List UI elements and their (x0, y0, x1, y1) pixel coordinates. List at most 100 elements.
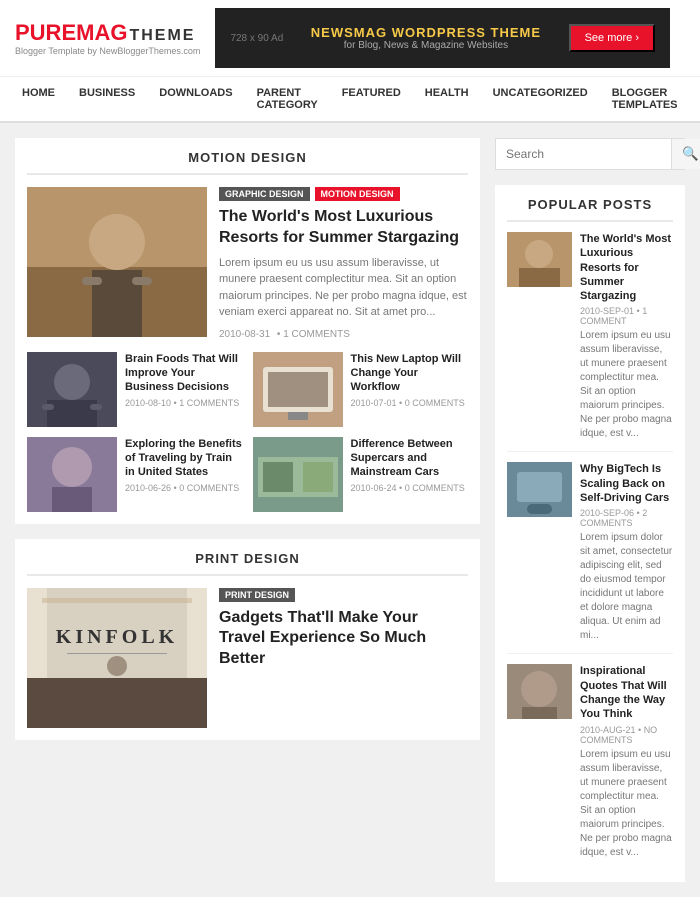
grid-post-2: This New Laptop Will Change Your Workflo… (253, 352, 469, 427)
featured-post-content: GRAPHIC DESIGN MOTION DESIGN The World's… (219, 187, 468, 340)
print-featured-title[interactable]: Gadgets That'll Make Your Travel Experie… (219, 608, 468, 670)
main-wrapper: MOTION DESIGN GRAPHIC DE (0, 123, 700, 897)
banner-ad-label: 728 x 90 Ad (230, 33, 283, 44)
grid-post-3-content: Exploring the Benefits of Traveling by T… (125, 437, 243, 512)
motion-design-section: MOTION DESIGN GRAPHIC DE (15, 138, 480, 524)
print-featured-post: KINFOLK PRINT DESIGN Gadgets That'll Mak… (27, 588, 468, 728)
popular-post-2: Why BigTech Is Scaling Back on Self-Driv… (507, 462, 673, 654)
banner-title-sub: for Blog, News & Magazine Websites (298, 40, 553, 51)
search-input[interactable] (496, 139, 671, 169)
search-icon: 🔍 (682, 146, 699, 161)
popular-post-2-title[interactable]: Why BigTech Is Scaling Back on Self-Driv… (580, 462, 673, 505)
print-image-svg: KINFOLK (27, 588, 207, 728)
popular-post-3-title[interactable]: Inspirational Quotes That Will Change th… (580, 664, 673, 721)
nav-link-blogger[interactable]: BLOGGER TEMPLATES (600, 77, 690, 121)
grid-post-2-image (253, 352, 343, 427)
print-design-title: PRINT DESIGN (27, 551, 468, 576)
print-featured-image: KINFOLK (27, 588, 207, 728)
grid-post-3-image (27, 437, 117, 512)
popular-post-3-content: Inspirational Quotes That Will Change th… (580, 664, 673, 859)
tag-motion-design: MOTION DESIGN (315, 187, 400, 201)
featured-post: GRAPHIC DESIGN MOTION DESIGN The World's… (27, 187, 468, 340)
main-nav: HOME BUSINESS DOWNLOADS PARENT CATEGORY … (0, 77, 700, 123)
search-box: 🔍 (495, 138, 685, 170)
popular-post-3-image (507, 664, 572, 719)
grid-post-2-content: This New Laptop Will Change Your Workflo… (351, 352, 469, 427)
popular-post-2-image (507, 462, 572, 517)
nav-item-business[interactable]: BUSINESS (67, 77, 147, 121)
search-button[interactable]: 🔍 (671, 139, 700, 169)
grid-posts: Brain Foods That Will Improve Your Busin… (27, 352, 468, 512)
banner-title-main: NEWSMAG WORDPRESS THEME (298, 25, 553, 40)
popular-post-2-content: Why BigTech Is Scaling Back on Self-Driv… (580, 462, 673, 643)
nav-item-parent[interactable]: PARENT CATEGORY (245, 77, 330, 121)
featured-post-meta: 2010-08-31 • 1 COMMENTS (219, 329, 468, 340)
nav-link-featured[interactable]: FEATURED (330, 77, 413, 109)
content-area: MOTION DESIGN GRAPHIC DE (15, 138, 480, 882)
featured-post-image (27, 187, 207, 337)
grid-post-4: Difference Between Supercars and Mainstr… (253, 437, 469, 512)
grid-post-2-title[interactable]: This New Laptop Will Change Your Workflo… (351, 352, 469, 395)
grid-post-4-title[interactable]: Difference Between Supercars and Mainstr… (351, 437, 469, 480)
nav-link-parent[interactable]: PARENT CATEGORY (245, 77, 330, 121)
tag-graphic-design: GRAPHIC DESIGN (219, 187, 310, 201)
grid-post-1-title[interactable]: Brain Foods That Will Improve Your Busin… (125, 352, 243, 395)
nav-item-blogger[interactable]: BLOGGER TEMPLATES (600, 77, 690, 121)
grid-post-2-meta: 2010-07-01 • 0 COMMENTS (351, 398, 469, 408)
popular-post-1-excerpt: Lorem ipsum eu usu assum liberavisse, ut… (580, 329, 673, 441)
logo-sub: Blogger Template by NewBloggerThemes.com (15, 46, 200, 56)
nav-link-business[interactable]: BUSINESS (67, 77, 147, 109)
featured-post-date: 2010-08-31 (219, 329, 270, 340)
featured-post-title[interactable]: The World's Most Luxurious Resorts for S… (219, 207, 468, 249)
logo-pure: PUREMAG (15, 20, 127, 46)
grid-post-3: Exploring the Benefits of Traveling by T… (27, 437, 243, 512)
print-featured-content: PRINT DESIGN Gadgets That'll Make Your T… (219, 588, 468, 728)
grid-image-3-svg (27, 437, 117, 512)
banner: 728 x 90 Ad NEWSMAG WORDPRESS THEME for … (215, 8, 670, 68)
logo: PUREMAG THEME Blogger Template by NewBlo… (15, 20, 200, 56)
popular-post-3-excerpt: Lorem ipsum eu usu assum liberavisse, ut… (580, 748, 673, 860)
grid-post-1-image (27, 352, 117, 427)
popular-post-1-meta: 2010-SEP-01 • 1 COMMENT (580, 306, 673, 326)
nav-item-uncategorized[interactable]: UNCATEGORIZED (481, 77, 600, 121)
grid-post-1: Brain Foods That Will Improve Your Busin… (27, 352, 243, 427)
nav-item-downloads[interactable]: DOWNLOADS (147, 77, 244, 121)
motion-design-title: MOTION DESIGN (27, 150, 468, 175)
popular-post-1-content: The World's Most Luxurious Resorts for S… (580, 232, 673, 441)
featured-image-svg (27, 187, 207, 337)
tag-print-design: PRINT DESIGN (219, 588, 295, 602)
nav-item-featured[interactable]: FEATURED (330, 77, 413, 121)
popular-post-1-image (507, 232, 572, 287)
popular-image-2-svg (507, 462, 572, 517)
grid-post-3-meta: 2010-06-26 • 0 COMMENTS (125, 483, 243, 493)
svg-text:KINFOLK: KINFOLK (56, 626, 178, 648)
banner-title: NEWSMAG WORDPRESS THEME for Blog, News &… (298, 25, 553, 51)
print-tag-row: PRINT DESIGN (219, 588, 468, 602)
popular-post-1: The World's Most Luxurious Resorts for S… (507, 232, 673, 452)
nav-link-downloads[interactable]: DOWNLOADS (147, 77, 244, 109)
grid-image-1-svg (27, 352, 117, 427)
popular-image-3-svg (507, 664, 572, 719)
header: PUREMAG THEME Blogger Template by NewBlo… (0, 0, 700, 77)
featured-post-excerpt: Lorem ipsum eu us usu assum liberavisse,… (219, 255, 468, 321)
print-design-section: PRINT DESIGN KINFOLK PRINT DESI (15, 539, 480, 740)
popular-post-1-title[interactable]: The World's Most Luxurious Resorts for S… (580, 232, 673, 303)
tag-row: GRAPHIC DESIGN MOTION DESIGN (219, 187, 468, 201)
banner-cta-button[interactable]: See more › (569, 24, 655, 52)
grid-image-4-svg (253, 437, 343, 512)
nav-item-health[interactable]: HEALTH (413, 77, 481, 121)
grid-post-3-title[interactable]: Exploring the Benefits of Traveling by T… (125, 437, 243, 480)
grid-post-4-image (253, 437, 343, 512)
grid-post-4-meta: 2010-06-24 • 0 COMMENTS (351, 483, 469, 493)
nav-link-home[interactable]: HOME (10, 77, 67, 109)
grid-post-1-content: Brain Foods That Will Improve Your Busin… (125, 352, 243, 427)
nav-link-uncategorized[interactable]: UNCATEGORIZED (481, 77, 600, 109)
nav-item-home[interactable]: HOME (10, 77, 67, 121)
popular-image-1-svg (507, 232, 572, 287)
logo-theme: THEME (129, 27, 195, 45)
popular-post-2-excerpt: Lorem ipsum dolor sit amet, consectetur … (580, 531, 673, 643)
grid-post-1-meta: 2010-08-10 • 1 COMMENTS (125, 398, 243, 408)
popular-posts-widget: Popular Posts The World's Most Luxurious… (495, 185, 685, 882)
nav-link-health[interactable]: HEALTH (413, 77, 481, 109)
featured-post-comments: 1 COMMENTS (283, 329, 350, 340)
